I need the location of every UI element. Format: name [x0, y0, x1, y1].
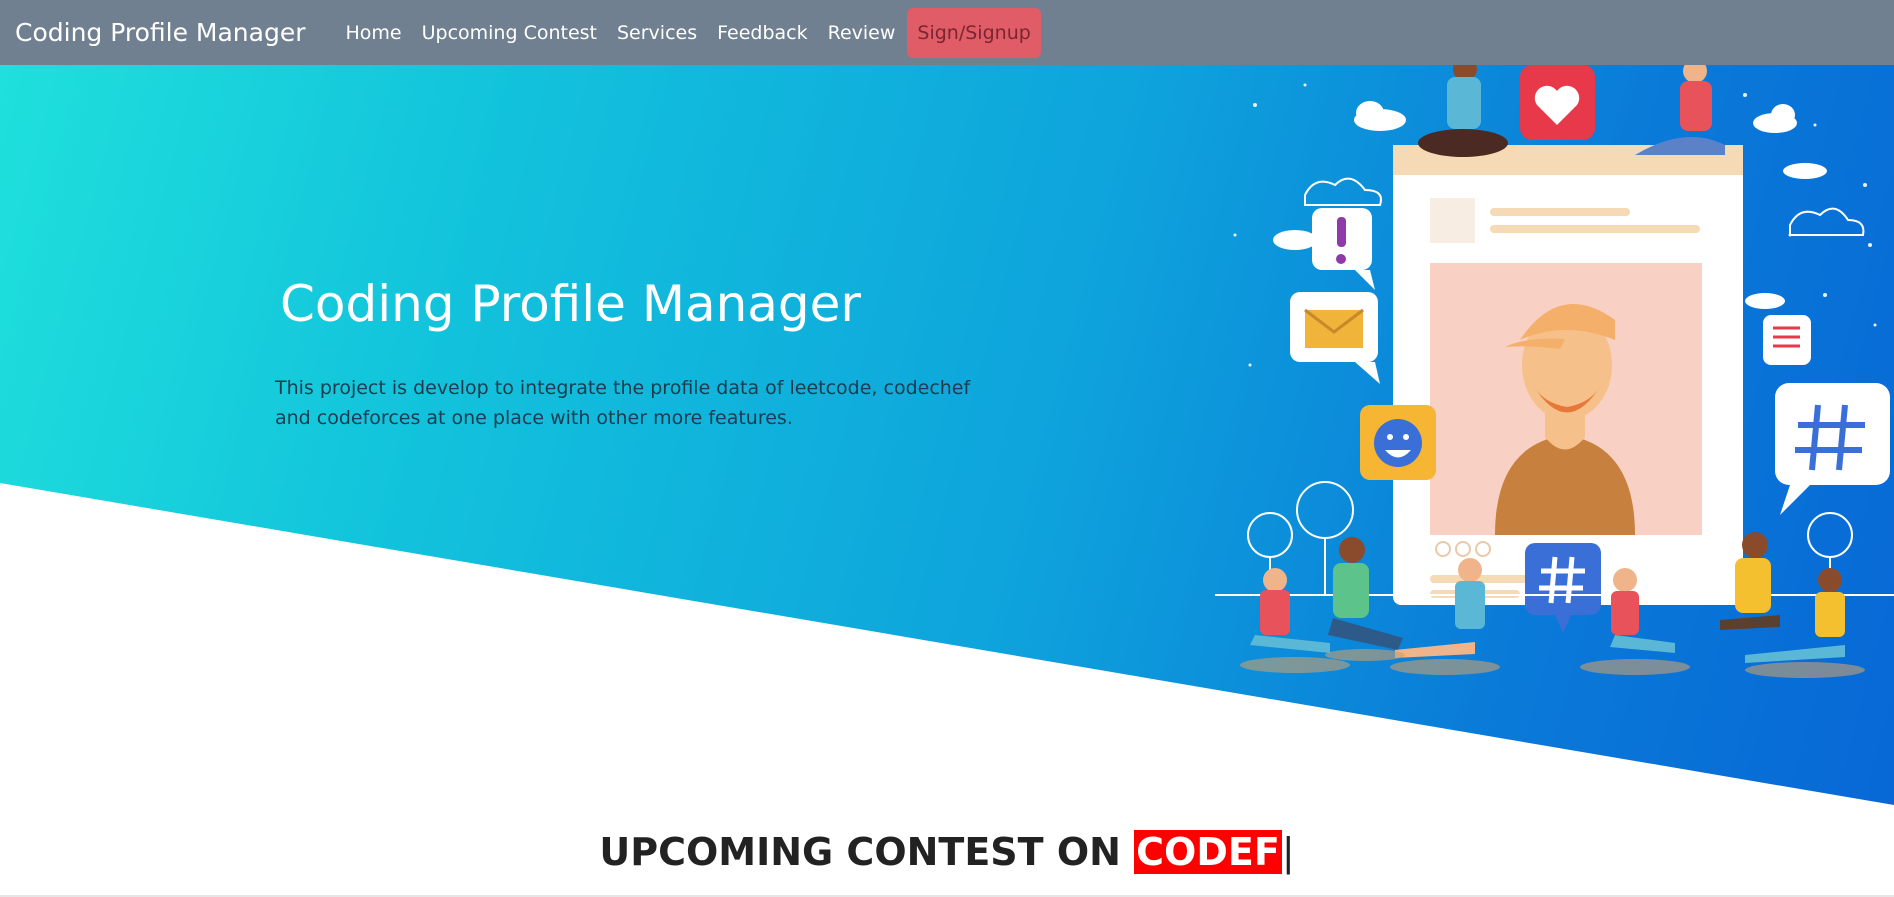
brand-link[interactable]: Coding Profile Manager: [15, 18, 306, 47]
upcoming-contest-heading: UPCOMING CONTEST ON CODEF|: [0, 830, 1894, 874]
nav-upcoming-contest[interactable]: Upcoming Contest: [412, 22, 607, 44]
contest-heading-prefix: UPCOMING CONTEST ON: [599, 830, 1135, 874]
nav-feedback[interactable]: Feedback: [707, 22, 817, 44]
hashtag-icon: [1525, 543, 1601, 615]
typing-caret: |: [1281, 830, 1295, 874]
nav-services[interactable]: Services: [607, 22, 707, 44]
hashtag-bubble-icon: [1775, 383, 1890, 485]
nav-home[interactable]: Home: [336, 22, 412, 44]
social-media-illustration: [1215, 65, 1894, 678]
contest-platform-highlight: CODEF: [1134, 830, 1282, 874]
nav-review[interactable]: Review: [818, 22, 906, 44]
sign-signup-button[interactable]: Sign/Signup: [907, 7, 1041, 58]
navbar: Coding Profile Manager Home Upcoming Con…: [0, 0, 1894, 65]
document-icon: [1763, 315, 1811, 365]
hero-title: Coding Profile Manager: [280, 275, 861, 333]
hero-description: This project is develop to integrate the…: [275, 377, 971, 429]
